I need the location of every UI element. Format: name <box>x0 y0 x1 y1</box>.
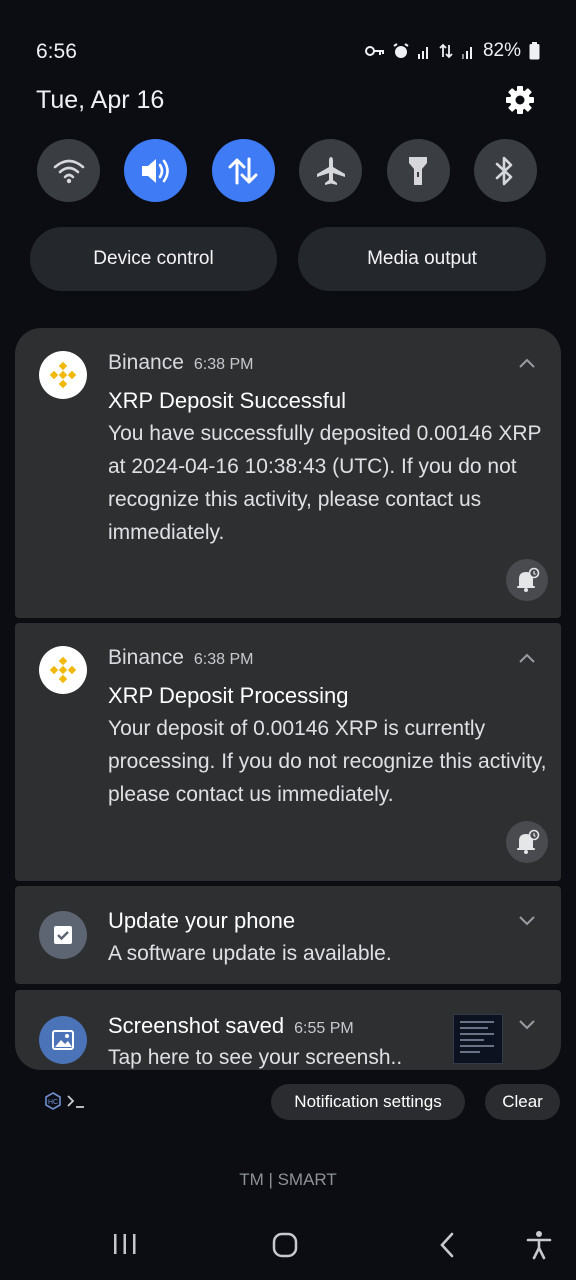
mobile-data-icon <box>228 157 258 184</box>
collapse-chevron-icon[interactable] <box>519 358 535 368</box>
notification-bell-button[interactable] <box>506 821 548 863</box>
wifi-tile[interactable] <box>37 139 100 202</box>
svg-text:HC: HC <box>48 1099 58 1106</box>
expand-chevron-icon[interactable] <box>519 1020 535 1030</box>
notification-screenshot-saved[interactable]: Screenshot saved 6:55 PM Tap here to see … <box>15 990 561 1070</box>
settings-gear-icon[interactable] <box>504 84 536 116</box>
data-transfer-icon <box>439 43 453 59</box>
collapse-chevron-icon[interactable] <box>519 653 535 663</box>
battery-icon <box>529 42 540 60</box>
status-time: 6:56 <box>36 40 77 63</box>
app-name-text: Binance <box>108 351 184 374</box>
gallery-app-icon <box>39 1016 87 1064</box>
airplane-mode-tile[interactable] <box>299 139 363 202</box>
notification-software-update[interactable]: Update your phone A software update is a… <box>15 886 561 984</box>
notification-app-name: Binance 6:38 PM <box>108 351 253 375</box>
expand-chevron-icon[interactable] <box>519 916 535 926</box>
screenshot-thumbnail[interactable] <box>453 1014 503 1064</box>
notification-body: You have successfully deposited 0.00146 … <box>108 422 542 544</box>
notification-time: 6:38 PM <box>193 356 254 373</box>
mobile-data-tile[interactable] <box>211 139 275 202</box>
terminal-icon <box>67 1095 84 1108</box>
notification-title: XRP Deposit Processing <box>108 683 349 708</box>
notification-binance-processing[interactable]: Binance 6:38 PM XRP Deposit Processing Yo… <box>15 623 561 881</box>
flashlight-icon <box>409 156 428 185</box>
alarm-icon <box>393 43 409 59</box>
recent-apps-icon[interactable] <box>112 1232 138 1256</box>
wifi-icon <box>53 159 84 183</box>
bell-snooze-icon <box>517 829 540 854</box>
notification-bell-button[interactable] <box>506 559 548 601</box>
battery-percent: 82% <box>482 40 521 61</box>
flashlight-tile[interactable] <box>386 139 450 202</box>
bluetooth-icon <box>496 156 513 185</box>
signal-icon-1 <box>417 43 431 59</box>
notification-time: 6:38 PM <box>193 651 254 668</box>
software-update-app-icon <box>39 911 87 959</box>
sound-icon <box>141 158 169 183</box>
image-icon <box>52 1030 74 1050</box>
notification-body: Tap here to see your screensh.. <box>108 1046 403 1069</box>
notification-settings-button[interactable]: Notification settings <box>271 1084 465 1120</box>
home-icon[interactable] <box>271 1231 299 1259</box>
status-apps-row: HC <box>44 1092 86 1110</box>
sound-tile[interactable] <box>124 139 188 202</box>
hc-app-icon: HC <box>45 1092 61 1110</box>
notification-app-name: Binance 6:38 PM <box>108 646 253 670</box>
bell-snooze-icon <box>517 567 540 592</box>
status-icons: 82% <box>364 40 540 62</box>
carrier-label: TM | SMART <box>239 1170 337 1189</box>
quick-settings-tiles <box>37 139 537 203</box>
clear-button[interactable]: Clear <box>485 1084 560 1120</box>
binance-app-icon <box>39 351 87 399</box>
airplane-mode-icon <box>316 156 345 185</box>
notification-body: A software update is available. <box>108 942 392 965</box>
notification-title: XRP Deposit Successful <box>108 388 347 413</box>
binance-app-icon <box>39 646 87 694</box>
notification-title: Update your phone <box>108 908 296 933</box>
notification-title-row: Screenshot saved 6:55 PM <box>108 1013 354 1039</box>
app-name-text: Binance <box>108 646 184 669</box>
accessibility-icon[interactable] <box>525 1230 553 1260</box>
notification-binance-successful[interactable]: Binance 6:38 PM XRP Deposit Successful Yo… <box>15 328 561 618</box>
notification-title: Screenshot saved <box>108 1013 285 1038</box>
notification-body: Your deposit of 0.00146 XRP is currently… <box>108 717 547 806</box>
bluetooth-tile[interactable] <box>473 139 537 202</box>
back-icon[interactable] <box>436 1231 458 1259</box>
vpn-key-icon <box>364 45 385 57</box>
date-label: Tue, Apr 16 <box>36 86 165 114</box>
update-check-icon <box>54 926 72 944</box>
notification-time: 6:55 PM <box>294 1020 354 1037</box>
device-control-button[interactable]: Device control <box>30 227 277 291</box>
signal-icon-2 <box>461 43 475 59</box>
media-output-button[interactable]: Media output <box>298 227 546 291</box>
